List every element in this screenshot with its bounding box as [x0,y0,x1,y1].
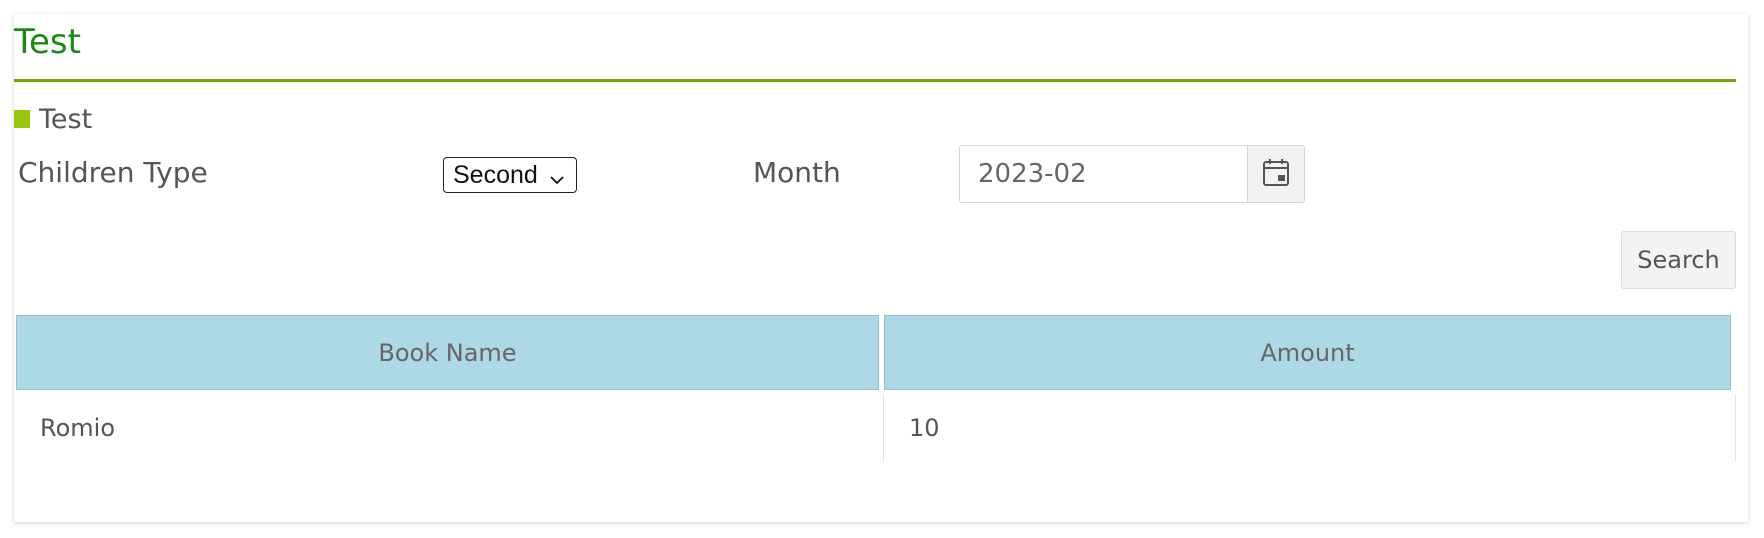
calendar-icon [1262,157,1290,191]
section-heading: Test [14,102,92,136]
main-panel: Test Test Children Type Second Month 202… [14,14,1748,522]
chevron-down-icon [548,167,566,196]
section-square-icon [14,110,30,128]
column-header-amount[interactable]: Amount [884,315,1731,390]
month-label: Month [753,156,841,189]
children-type-selected-value: Second [453,160,538,189]
children-type-label: Children Type [18,156,208,189]
calendar-button[interactable] [1247,146,1304,202]
section-title: Test [39,103,93,135]
children-type-select[interactable]: Second [443,157,577,193]
cell-divider [1735,394,1736,462]
cell-divider [883,394,884,462]
search-button[interactable]: Search [1621,231,1736,289]
month-input[interactable]: 2023-02 [959,145,1305,203]
column-header-book-name[interactable]: Book Name [16,315,879,390]
page-title: Test [14,22,81,62]
table-cell-book-name: Romio [40,414,116,442]
month-value: 2023-02 [978,159,1087,189]
title-divider [14,79,1736,82]
table-cell-amount: 10 [909,414,940,442]
